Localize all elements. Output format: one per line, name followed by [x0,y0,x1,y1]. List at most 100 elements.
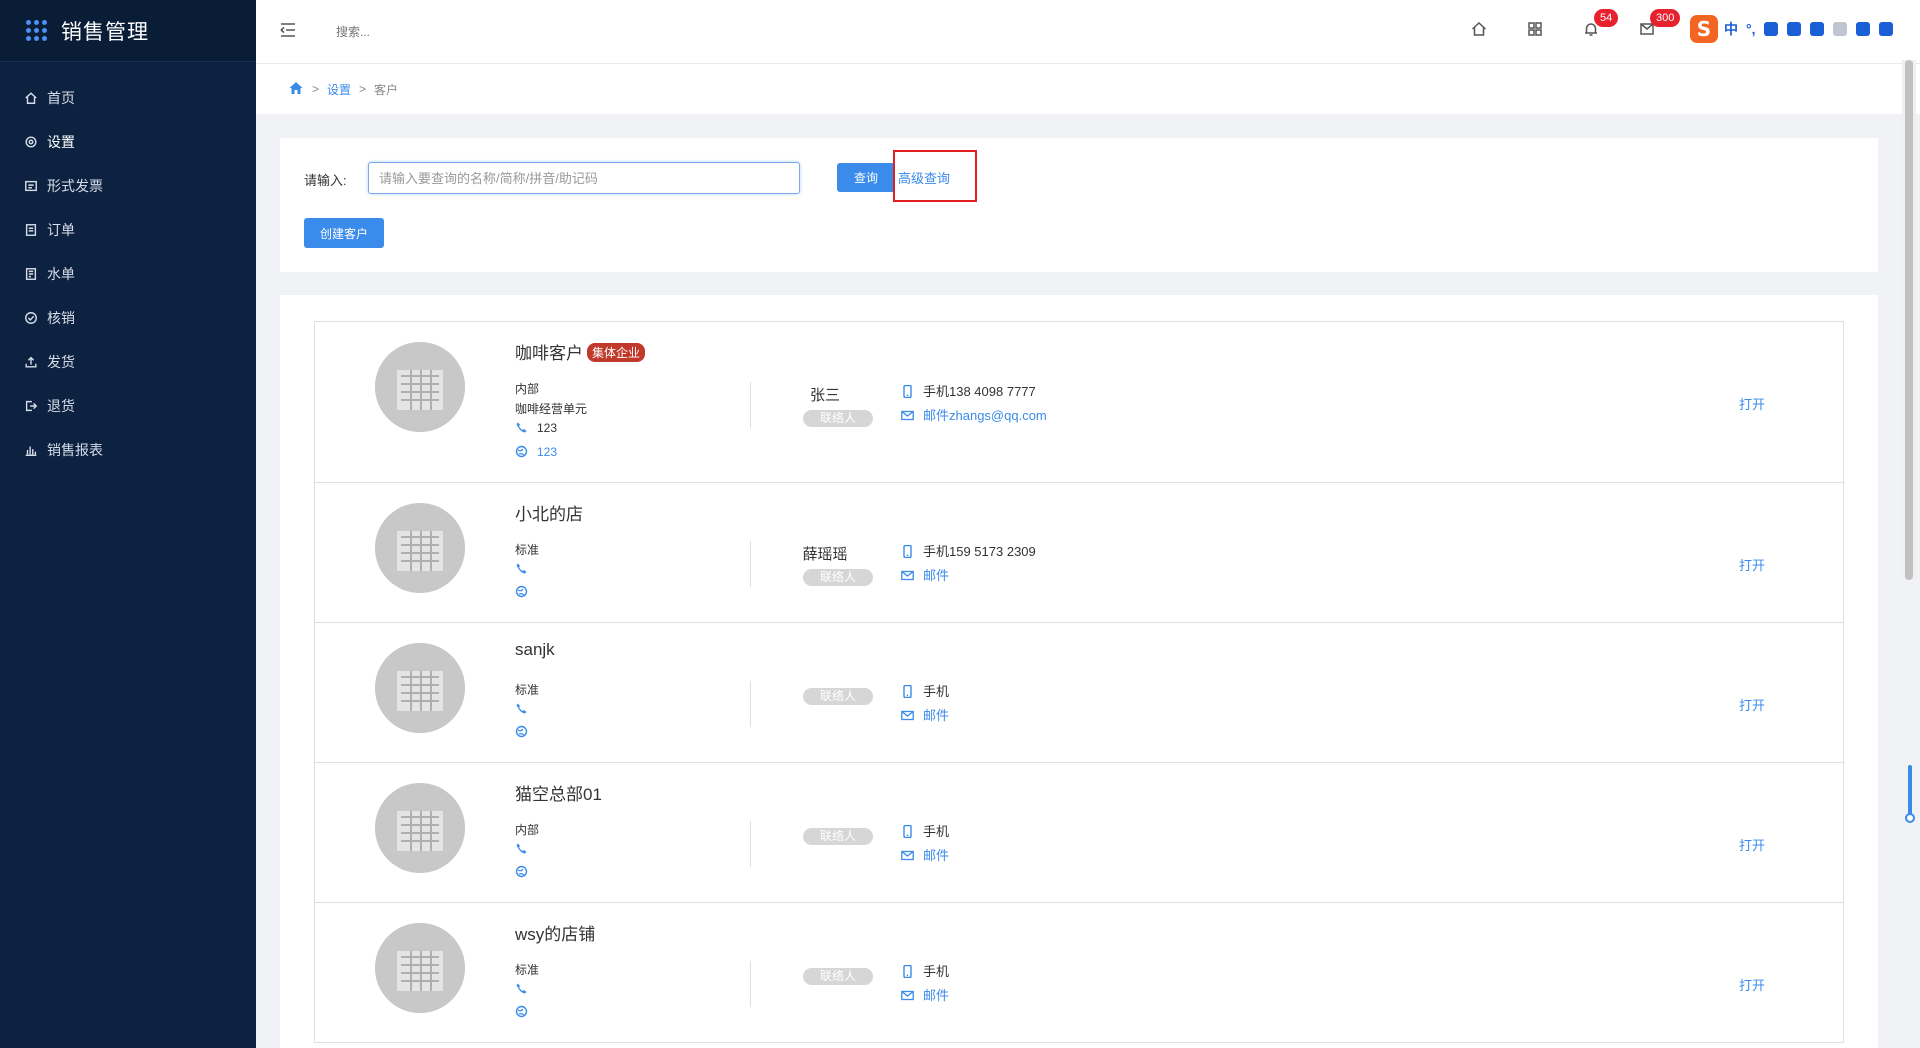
query-button[interactable]: 查询 [837,163,895,192]
mobile-icon [901,544,914,559]
email-text[interactable]: 邮件zhangs@qq.com [923,408,1047,423]
sidebar-item-receipts[interactable]: 水单 [0,252,256,296]
sidebar-item-shipping[interactable]: 发货 [0,340,256,384]
email-text[interactable]: 邮件 [923,708,949,723]
customer-avatar[interactable] [375,923,465,1013]
divider [750,961,751,1007]
sidebar-item-label: 退货 [47,398,75,414]
check-circle-icon [24,311,38,325]
sidebar-item-returns[interactable]: 退货 [0,384,256,428]
ime-mode-label[interactable]: 中 [1724,19,1738,39]
customer-name-text[interactable]: 咖啡客户 [515,344,583,363]
bell-icon[interactable]: 54 [1582,9,1619,40]
toolbox-icon[interactable] [1878,22,1893,36]
microphone-icon[interactable] [1786,22,1801,36]
breadcrumb-separator: > [312,82,320,96]
sidebar-item-label: 核销 [47,310,75,326]
vertical-scrollbar[interactable] [1902,60,1916,580]
email-text[interactable]: 邮件 [923,848,949,863]
contact-badge: 联络人 [803,410,873,427]
customer-name[interactable]: 小北的店 [515,500,583,525]
ime-toolbar[interactable]: S 中 °, [1690,14,1920,44]
phone-icon [515,562,528,575]
open-customer-link[interactable]: 打开 [1739,835,1765,854]
sidebar-item-sales-report[interactable]: 销售报表 [0,428,256,472]
home-icon[interactable] [1470,20,1490,40]
customer-phone [515,842,537,856]
customer-web [515,865,537,879]
sidebar-item-invoice[interactable]: 形式发票 [0,164,256,208]
contact-email[interactable]: 邮件 [901,985,949,1004]
email-text[interactable]: 邮件 [923,568,949,583]
open-customer-link[interactable]: 打开 [1739,695,1765,714]
sogou-ime-icon[interactable]: S [1690,15,1718,43]
global-search-input[interactable] [336,20,576,44]
open-customer-link[interactable]: 打开 [1739,555,1765,574]
contact-email[interactable]: 邮件 [901,845,949,864]
phone-icon [515,982,528,995]
breadcrumb-home-icon[interactable] [288,80,304,99]
customer-web [515,725,537,739]
sidebar-item-settings[interactable]: 设置 [0,120,256,164]
mobile-text: 手机159 5173 2309 [923,544,1036,559]
email-text[interactable]: 邮件 [923,988,949,1003]
sidebar-item-label: 销售报表 [47,442,103,458]
customer-name[interactable]: 猫空总部01 [515,780,602,805]
skin-icon[interactable] [1855,22,1870,36]
open-customer-link[interactable]: 打开 [1739,394,1765,413]
breadcrumb-current: 客户 [374,82,399,97]
mobile-text: 手机138 4098 7777 [923,384,1036,399]
app-title: 销售管理 [61,20,149,44]
breadcrumb: > 设置 > 客户 [256,64,1920,114]
enterprise-tag: 集体企业 [587,343,646,362]
customer-phone [515,562,537,576]
mobile-icon [901,684,914,699]
breadcrumb-settings[interactable]: 设置 [327,81,351,98]
message-icon[interactable]: 300 [1638,9,1681,40]
menu-toggle-icon[interactable] [278,20,298,40]
customer-name[interactable]: wsy的店铺 [515,920,595,945]
create-customer-button[interactable]: 创建客户 [304,218,384,248]
sidebar-item-label: 发货 [47,354,75,370]
contact-email[interactable]: 邮件 [901,705,949,724]
side-slider[interactable] [1905,765,1915,823]
customer-phone: 123 [515,421,557,435]
customer-avatar[interactable] [375,643,465,733]
open-customer-link[interactable]: 打开 [1739,975,1765,994]
ime-punct-label[interactable]: °, [1746,21,1756,37]
sidebar-item-label: 水单 [47,266,75,282]
advanced-query-link[interactable]: 高级查询 [898,168,950,187]
customer-avatar[interactable] [375,503,465,593]
contact-email[interactable]: 邮件zhangs@qq.com [901,405,1047,424]
customer-row: wsy的店铺 标准 联络人 手机 邮件 打开 [315,903,1843,1043]
mobile-text: 手机 [923,964,950,979]
keyboard-icon[interactable] [1809,22,1824,36]
apps-icon[interactable] [1526,20,1546,40]
phone-number: 123 [537,421,558,435]
order-icon [24,223,38,237]
globe-icon [515,865,528,878]
user-icon[interactable] [1832,22,1847,36]
customer-type: 标准 [515,543,540,557]
customer-type: 标准 [515,963,540,977]
customer-avatar[interactable] [375,783,465,873]
sidebar-item-orders[interactable]: 订单 [0,208,256,252]
contact-badge: 联络人 [803,688,873,705]
search-label: 请输入: [304,173,347,188]
sidebar-item-writeoff[interactable]: 核销 [0,296,256,340]
customer-avatar[interactable] [375,342,465,432]
slider-handle[interactable] [1905,813,1915,823]
customer-name[interactable]: sanjk [515,640,555,660]
contact-mobile: 手机138 4098 7777 [901,381,1036,400]
emoji-icon[interactable] [1763,22,1778,36]
web-link[interactable]: 123 [537,445,557,459]
sidebar-item-home[interactable]: 首页 [0,76,256,120]
contact-mobile: 手机159 5173 2309 [901,541,1036,560]
contact-badge: 联络人 [803,828,873,845]
home-icon [24,91,38,105]
contact-name: 薛瑶瑶 [802,546,848,563]
customer-name[interactable]: 咖啡客户 集体企业 [515,339,646,364]
scrollbar-thumb[interactable] [1905,60,1913,580]
contact-email[interactable]: 邮件 [901,565,949,584]
customer-search-input[interactable] [368,162,800,194]
